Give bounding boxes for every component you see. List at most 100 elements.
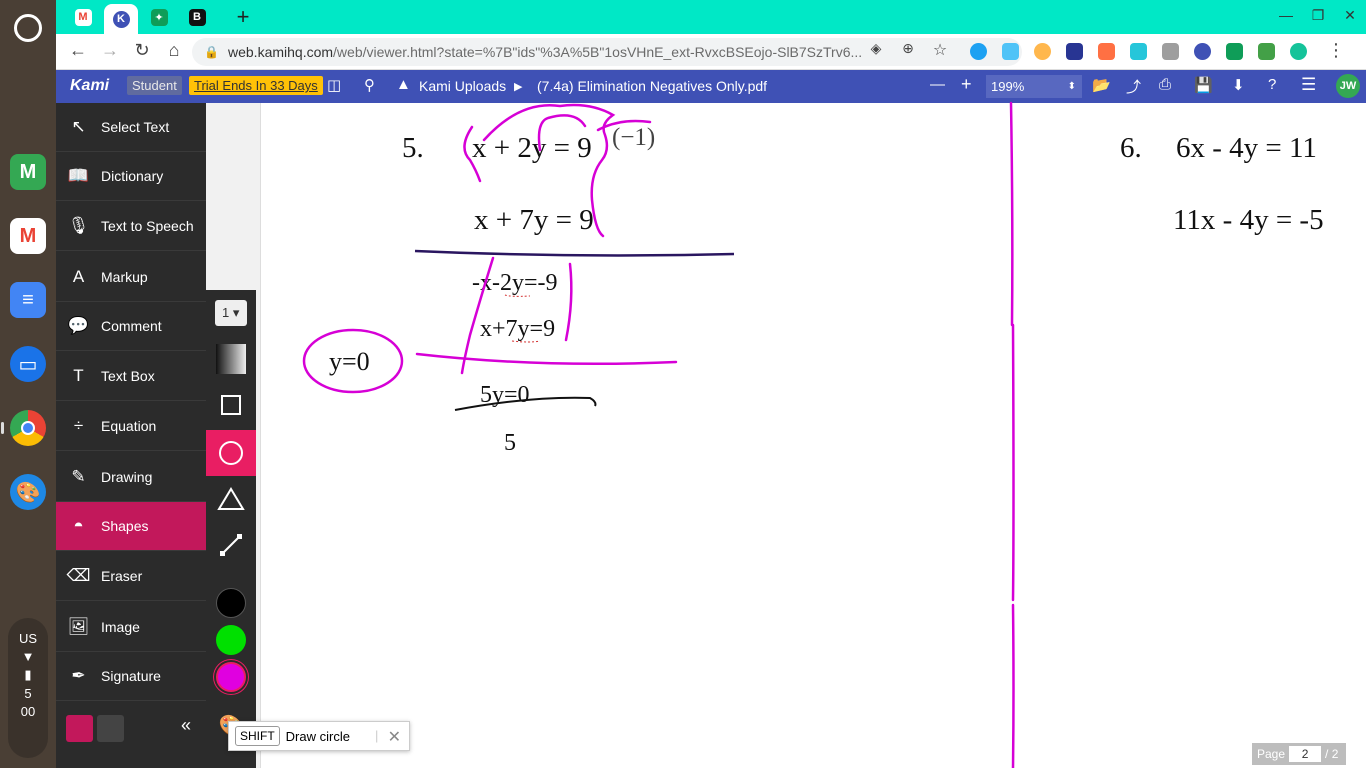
- extension-4-icon[interactable]: [1066, 43, 1083, 60]
- page-number-input[interactable]: 2: [1289, 746, 1322, 762]
- tab-b[interactable]: B: [180, 4, 214, 30]
- forward-button[interactable]: →: [98, 40, 122, 61]
- shape-line-button[interactable]: [206, 522, 256, 568]
- bookmark-star-icon[interactable]: ☆: [928, 40, 952, 60]
- open-folder-icon[interactable]: 📂: [1092, 76, 1111, 94]
- extension-grammarly-icon[interactable]: [1290, 43, 1307, 60]
- collapse-menu-icon[interactable]: «: [181, 715, 191, 736]
- home-button[interactable]: ⌂: [162, 40, 186, 61]
- stroke-width-value: 1: [222, 305, 230, 320]
- cursor-icon: ↖: [71, 117, 86, 136]
- chrome-menu-icon[interactable]: ⋮: [1324, 40, 1348, 61]
- docs-app-icon[interactable]: ≡: [10, 282, 46, 318]
- answer-text[interactable]: y=0: [329, 347, 370, 377]
- layout-mode-left-button[interactable]: [66, 715, 93, 742]
- shape-triangle-button[interactable]: [206, 476, 256, 522]
- menu-icon[interactable]: ☰: [1301, 75, 1316, 95]
- extension-kami-icon[interactable]: [1194, 43, 1211, 60]
- color-swatch: [216, 662, 246, 692]
- work-line-2[interactable]: x+7y=9: [480, 316, 555, 343]
- back-button[interactable]: ←: [66, 40, 90, 61]
- tool-label: Equation: [101, 418, 157, 434]
- tool-comment[interactable]: 💬 Comment: [56, 302, 206, 351]
- close-window-icon[interactable]: ✕: [1338, 7, 1362, 24]
- install-icon[interactable]: ⊕: [896, 40, 920, 57]
- tool-label: Drawing: [101, 469, 153, 485]
- extension-10-icon[interactable]: [1258, 43, 1275, 60]
- stroke-width-select[interactable]: 1 ▾: [206, 290, 256, 336]
- sidebar-toggle-icon[interactable]: ◫: [327, 76, 341, 94]
- tool-dictionary[interactable]: 📖 Dictionary: [56, 152, 206, 201]
- color-magenta-swatch[interactable]: [206, 654, 256, 700]
- tool-signature[interactable]: ✒ Signature: [56, 652, 206, 701]
- extension-9-icon[interactable]: [1226, 43, 1243, 60]
- search-icon[interactable]: ⚲: [364, 76, 375, 94]
- tool-markup[interactable]: A Markup: [56, 253, 206, 302]
- help-icon[interactable]: ?: [1268, 76, 1276, 93]
- pencil-icon: ✎: [71, 467, 86, 486]
- work-line-1[interactable]: -x-2y=-9: [472, 270, 558, 297]
- launcher-icon[interactable]: [14, 14, 42, 42]
- gmail-favicon-icon: M: [74, 8, 92, 26]
- fill-opacity-button[interactable]: [206, 336, 256, 382]
- trial-badge[interactable]: Trial Ends In 33 Days: [189, 76, 323, 95]
- extension-3-icon[interactable]: [1034, 43, 1051, 60]
- tab-kami[interactable]: K: [104, 4, 138, 34]
- print-icon[interactable]: ⎙: [1159, 76, 1171, 93]
- tool-label: Comment: [101, 318, 162, 334]
- extension-6-icon[interactable]: [1130, 43, 1147, 60]
- drive-icon: ▲: [396, 76, 411, 93]
- multiplier-annotation[interactable]: (−1): [612, 124, 655, 152]
- save-icon[interactable]: 💾: [1194, 76, 1213, 94]
- files-app-icon[interactable]: ▭: [10, 346, 46, 382]
- close-icon[interactable]: ✕: [388, 727, 401, 747]
- tool-label: Dictionary: [101, 168, 164, 184]
- tool-select-text[interactable]: ↖ Select Text: [56, 103, 206, 152]
- tool-image[interactable]: 🖼 Image: [56, 603, 206, 652]
- minimize-icon[interactable]: —: [1274, 7, 1298, 23]
- canvas-app-icon[interactable]: 🎨: [10, 474, 46, 510]
- text-icon: T: [73, 366, 84, 385]
- breadcrumb-file[interactable]: (7.4a) Elimination Negatives Only.pdf: [537, 78, 767, 94]
- work-divisor[interactable]: 5: [504, 430, 516, 457]
- battery-icon: ▮: [24, 667, 32, 682]
- share-icon[interactable]: ⤴: [1126, 76, 1141, 97]
- status-tray[interactable]: US ▼ ▮ 5 00: [8, 618, 48, 758]
- gmail-app-icon[interactable]: M: [10, 218, 46, 254]
- tool-text-box[interactable]: T Text Box: [56, 352, 206, 401]
- new-tab-button[interactable]: +: [230, 4, 256, 30]
- work-result[interactable]: 5y=0: [480, 382, 530, 409]
- meet-app-icon[interactable]: M: [10, 154, 46, 190]
- shape-rectangle-button[interactable]: [206, 382, 256, 428]
- problem-6-equation-1: 6x - 4y = 11: [1176, 132, 1317, 164]
- tool-shapes[interactable]: ◓ Shapes: [56, 502, 206, 551]
- tab-gmail[interactable]: M: [66, 4, 100, 30]
- chrome-app-icon[interactable]: [10, 410, 46, 446]
- restore-icon[interactable]: ❐: [1306, 7, 1330, 24]
- tool-eraser[interactable]: ⌫ Eraser: [56, 552, 206, 601]
- page-label: Page: [1257, 747, 1286, 761]
- zoom-stepper-icon: ⬍: [1067, 81, 1076, 92]
- extension-2-icon[interactable]: [1002, 43, 1019, 60]
- breadcrumb-folder[interactable]: Kami Uploads: [419, 78, 506, 94]
- extension-1-icon[interactable]: [970, 43, 987, 60]
- tool-label: Image: [101, 619, 140, 635]
- document-page[interactable]: [260, 103, 1366, 768]
- download-icon[interactable]: ⬇: [1232, 76, 1245, 94]
- user-avatar[interactable]: JW: [1336, 74, 1360, 98]
- shape-circle-button[interactable]: [206, 430, 256, 476]
- location-icon[interactable]: ◈: [864, 40, 888, 57]
- zoom-in-icon[interactable]: +: [961, 74, 972, 95]
- zoom-select[interactable]: 199% ⬍: [986, 75, 1082, 98]
- problem-5-equation-2: x + 7y = 9: [474, 204, 594, 236]
- extension-5-icon[interactable]: [1098, 43, 1115, 60]
- tool-drawing[interactable]: ✎ Drawing: [56, 453, 206, 502]
- tool-text-to-speech[interactable]: 🎙 Text to Speech: [56, 202, 206, 251]
- breadcrumb-chevron-icon: ▶: [514, 81, 523, 93]
- layout-mode-right-button[interactable]: [97, 715, 124, 742]
- reload-button[interactable]: ↻: [130, 40, 154, 61]
- zoom-out-icon[interactable]: —: [930, 76, 945, 93]
- tool-equation[interactable]: ÷ Equation: [56, 402, 206, 451]
- tab-classroom[interactable]: ✦: [142, 4, 176, 30]
- extension-7-icon[interactable]: [1162, 43, 1179, 60]
